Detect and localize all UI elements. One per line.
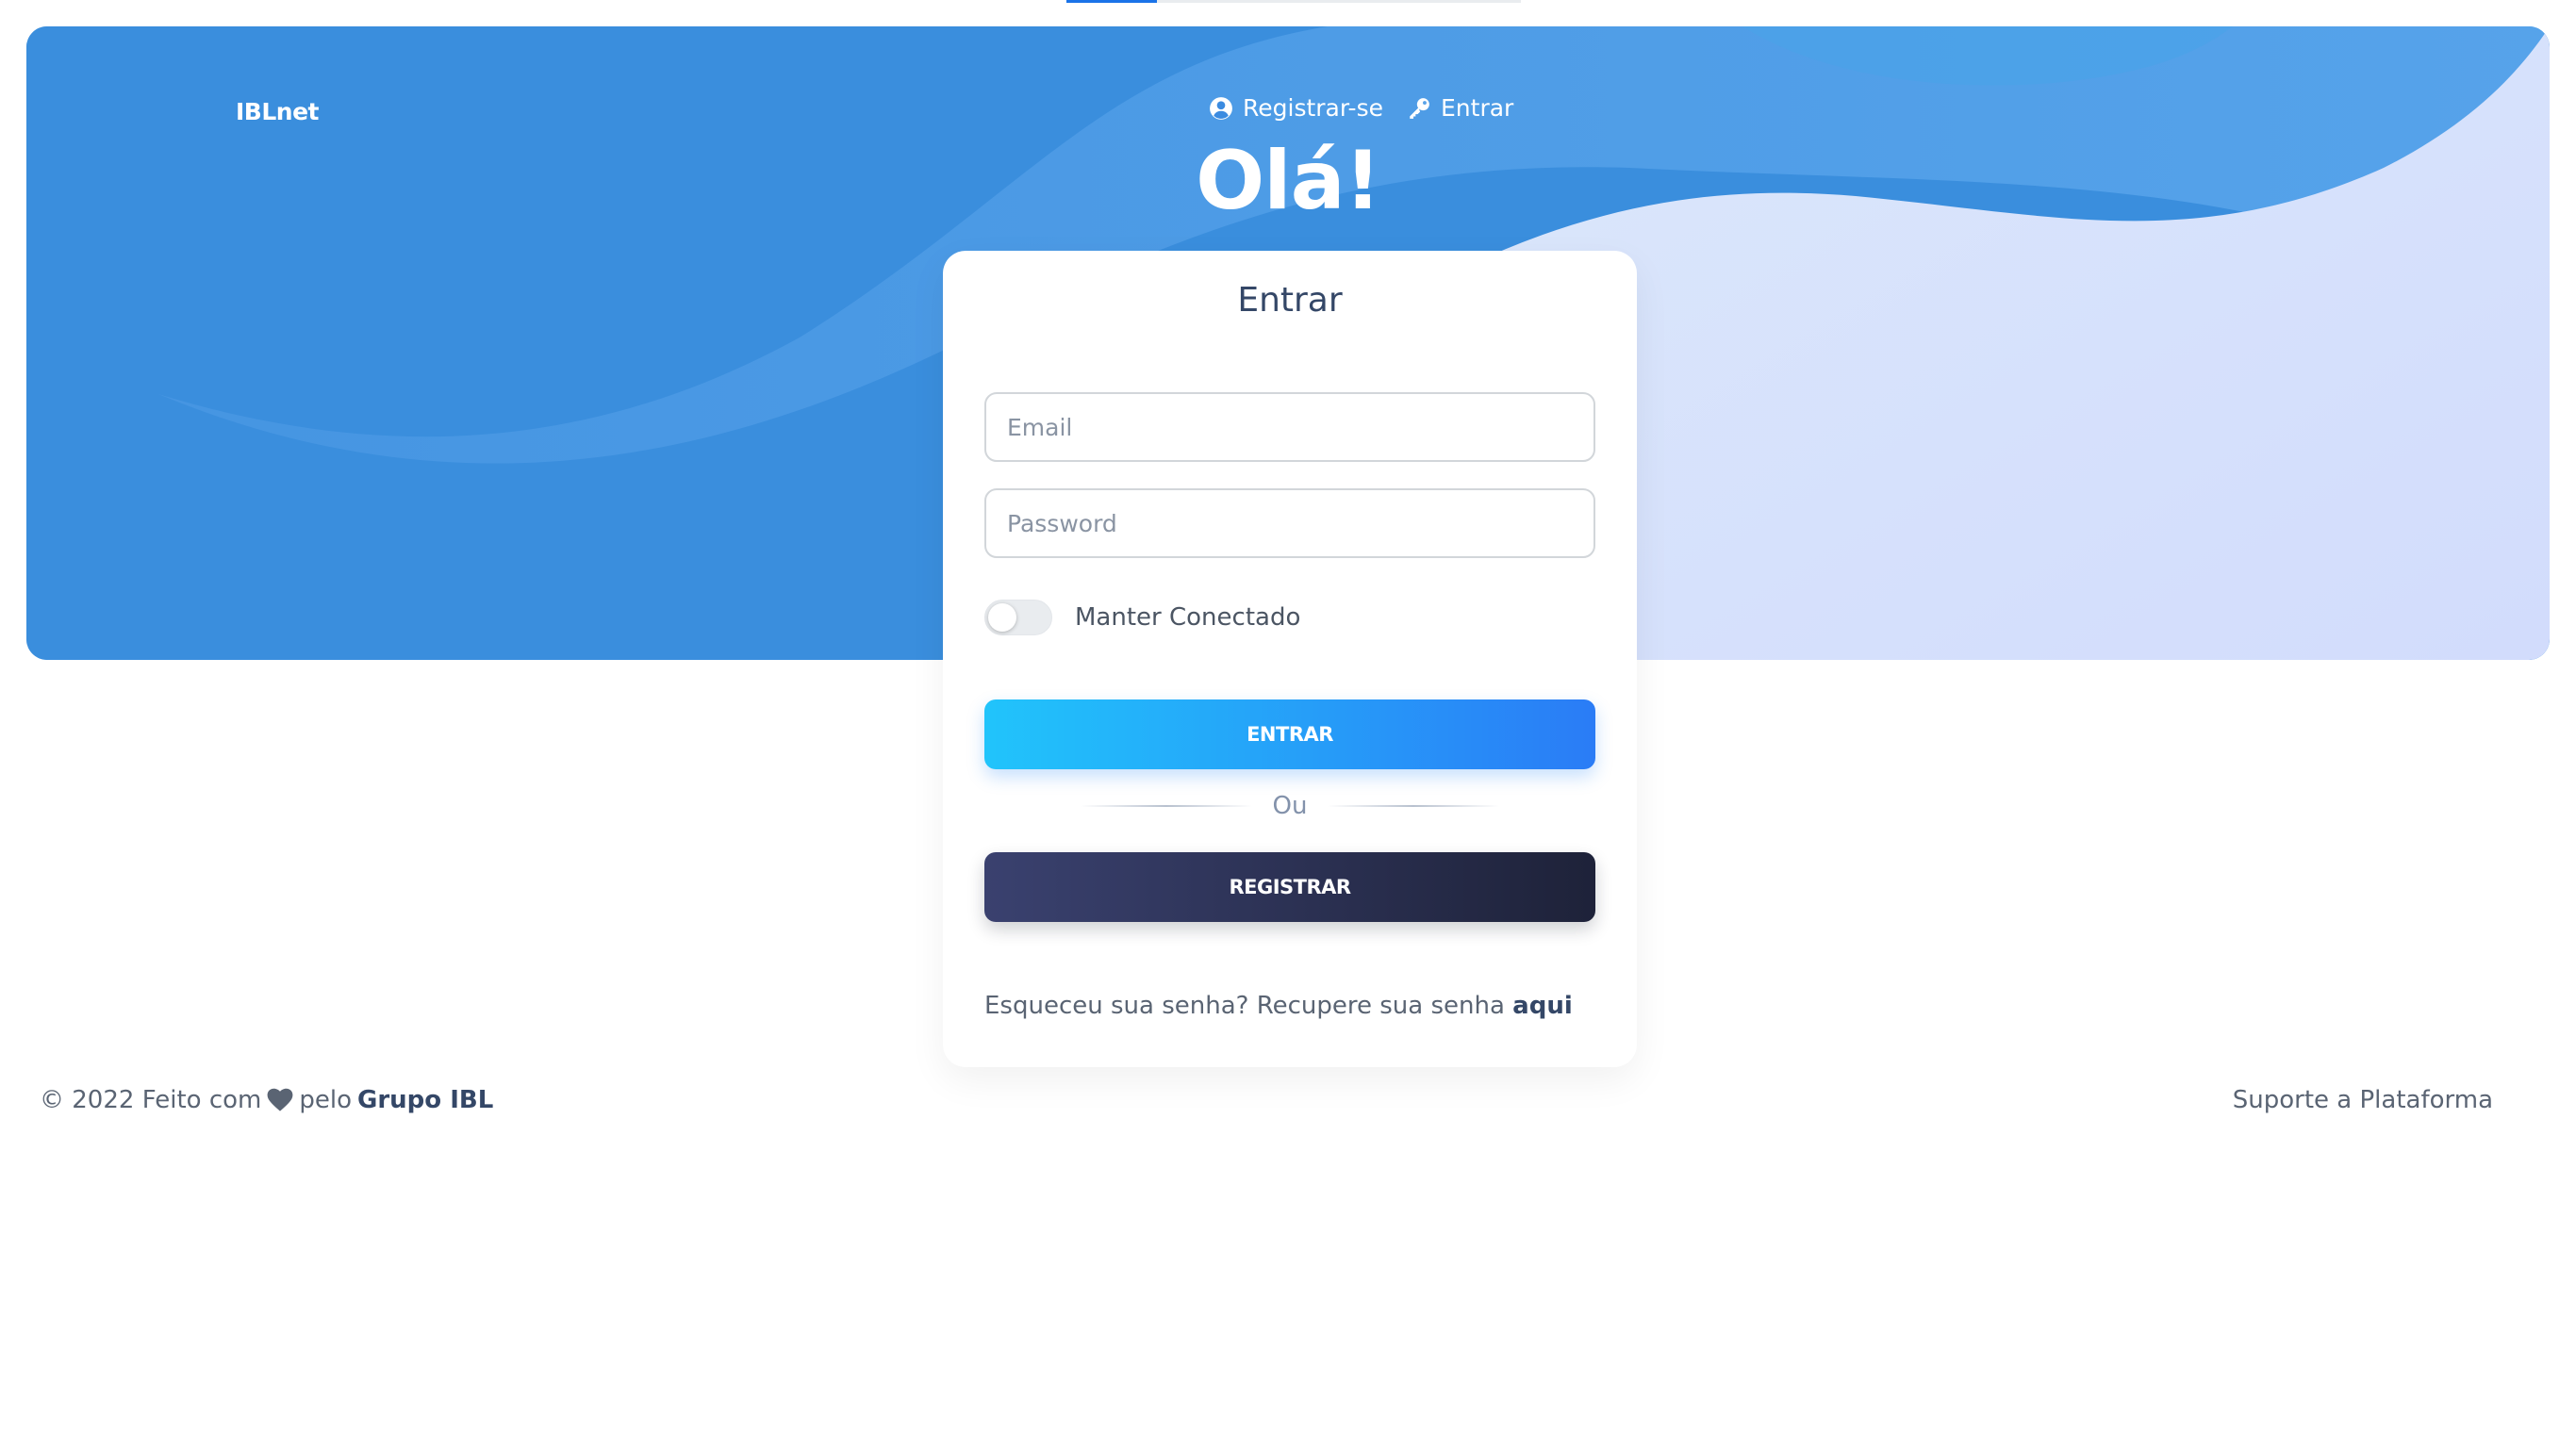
remember-me-toggle[interactable] <box>984 600 1052 635</box>
login-card-title: Entrar <box>1237 281 1343 320</box>
user-circle-icon <box>1210 96 1232 120</box>
register-button[interactable]: REGISTRAR <box>984 852 1595 922</box>
login-button[interactable]: ENTRAR <box>984 699 1595 769</box>
page-loading-bar-fill <box>1066 0 1157 3</box>
nav-login-label: Entrar <box>1441 94 1514 122</box>
divider-line-right <box>1328 805 1500 807</box>
password-field[interactable] <box>984 488 1595 558</box>
or-divider: Ou <box>943 792 1637 820</box>
nav-register-label: Registrar-se <box>1243 94 1383 122</box>
heart-icon <box>267 1088 293 1111</box>
footer-company-link[interactable]: Grupo IBL <box>357 1086 493 1114</box>
nav-login-link[interactable]: Entrar <box>1407 94 1513 122</box>
email-field[interactable] <box>984 392 1595 462</box>
divider-text: Ou <box>1272 792 1308 820</box>
footer-copyright-text: © 2022 Feito com <box>40 1086 262 1114</box>
forgot-password-text: Esqueceu sua senha? Recupere sua senha a… <box>984 992 1573 1020</box>
footer-by-text: pelo <box>299 1086 352 1114</box>
support-link[interactable]: Suporte a Plataforma <box>2233 1086 2493 1114</box>
divider-line-left <box>1080 805 1252 807</box>
login-card: Entrar Manter Conectado ENTRAR Ou REGIST… <box>943 251 1637 1067</box>
remember-me-label[interactable]: Manter Conectado <box>1075 603 1300 632</box>
forgot-password-link[interactable]: aqui <box>1512 992 1573 1020</box>
remember-me-row: Manter Conectado <box>984 600 1300 635</box>
forgot-password-prompt: Esqueceu sua senha? Recupere sua senha <box>984 992 1505 1020</box>
footer-copyright: © 2022 Feito com pelo Grupo IBL <box>40 1086 493 1114</box>
key-icon <box>1410 97 1429 119</box>
toggle-knob <box>988 603 1016 632</box>
brand-logo[interactable]: IBLnet <box>236 98 320 125</box>
nav-register-link[interactable]: Registrar-se <box>1209 94 1383 122</box>
page-loading-bar <box>1066 0 1521 3</box>
hero-greeting: Olá! <box>1196 134 1381 228</box>
